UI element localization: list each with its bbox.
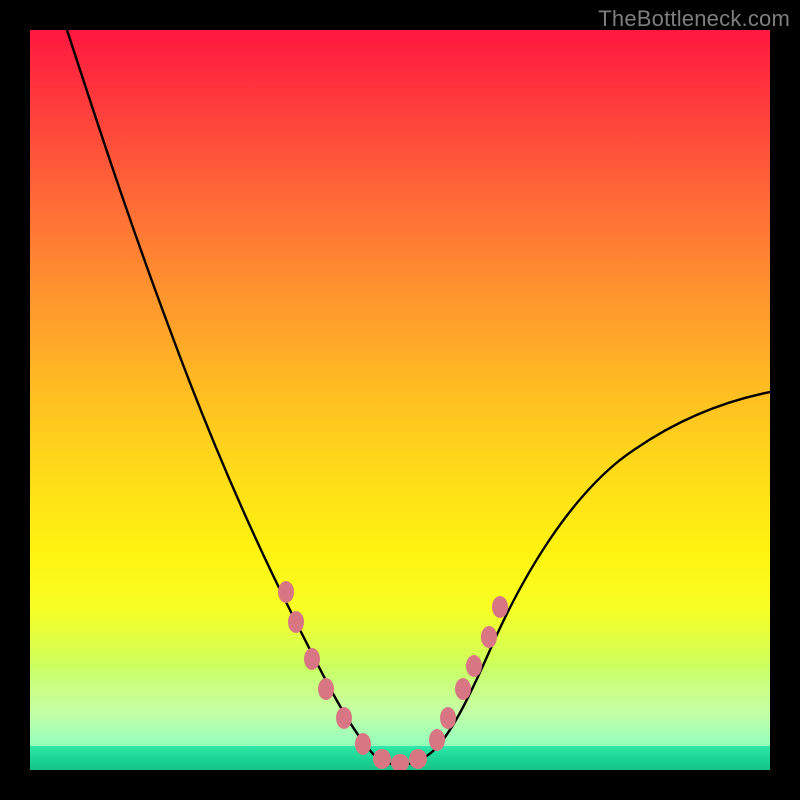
watermark-text: TheBottleneck.com — [598, 6, 790, 32]
marker-dot — [288, 611, 304, 633]
marker-dot — [492, 596, 508, 618]
marker-dot — [440, 707, 456, 729]
marker-group — [278, 581, 508, 770]
marker-dot — [304, 648, 320, 670]
marker-dot — [336, 707, 352, 729]
marker-dot — [466, 655, 482, 677]
marker-dot — [391, 754, 409, 770]
marker-dot — [355, 733, 371, 755]
marker-dot — [481, 626, 497, 648]
marker-dot — [455, 678, 471, 700]
marker-dot — [409, 749, 427, 769]
marker-dot — [429, 729, 445, 751]
plot-area — [30, 30, 770, 770]
curve-left — [67, 30, 400, 765]
marker-dot — [318, 678, 334, 700]
marker-dot — [373, 749, 391, 769]
chart-frame: TheBottleneck.com — [0, 0, 800, 800]
marker-dot — [278, 581, 294, 603]
curve-layer — [30, 30, 770, 770]
curve-right — [400, 392, 770, 765]
